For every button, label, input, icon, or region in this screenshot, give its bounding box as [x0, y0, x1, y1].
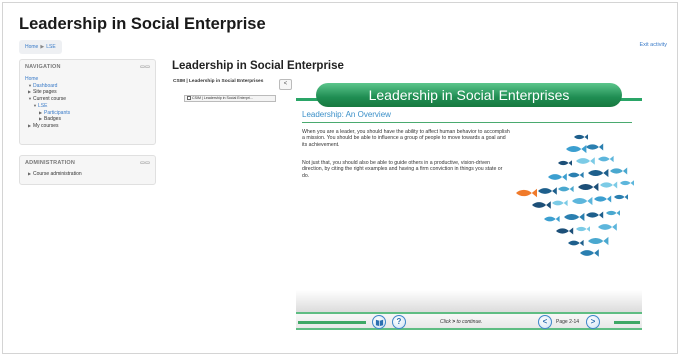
nav-item-label: Participants — [44, 109, 71, 116]
fish-shape — [594, 195, 612, 203]
toc-title: CSIM | Leadership in Social Enterprises — [173, 79, 264, 84]
navigation-title: NAVIGATION — [25, 64, 61, 70]
continue-arrow: > — [452, 319, 456, 325]
block-controls-icon[interactable]: ▭▭ — [140, 64, 150, 70]
fish-shape — [586, 211, 604, 219]
fish-shape — [552, 199, 568, 207]
fish-school-image — [516, 134, 634, 257]
page-title: Leadership in Social Enterprise — [172, 60, 344, 72]
control-bar-accent — [298, 321, 366, 324]
page-frame: Leadership in Social Enterprise Home ▶ LSE… — [2, 2, 678, 354]
slide-banner: Leadership in Social Enterprises — [316, 83, 622, 107]
nav-item-site-pages[interactable]: ▶ Site pages — [25, 89, 150, 96]
fish-shape — [544, 215, 560, 223]
fish-shape — [556, 227, 574, 235]
fish-shape — [574, 134, 588, 140]
toc-collapse-button[interactable]: < — [279, 79, 292, 90]
book-icon[interactable] — [372, 315, 386, 329]
nav-item-label: Current course — [33, 96, 67, 103]
continue-hint: Click > to continue. — [440, 319, 482, 325]
nav-item-badges[interactable]: ▶ Badges — [25, 116, 150, 123]
fish-shape — [598, 223, 617, 231]
breadcrumb-separator: ▶ — [40, 44, 45, 50]
fish-shape — [548, 173, 567, 181]
fish-shape — [532, 201, 551, 209]
fish-shape — [566, 144, 587, 154]
breadcrumb: Home ▶ LSE — [19, 40, 62, 54]
nav-item-participants[interactable]: ▶ Participants — [25, 110, 150, 117]
next-page-button[interactable]: > — [586, 315, 600, 329]
breadcrumb-home[interactable]: Home — [25, 44, 38, 50]
administration-block: ADMINISTRATION ▭▭ ▶ Course administration — [19, 155, 156, 185]
fish-shape — [598, 155, 614, 163]
nav-item-label: LSE — [38, 102, 48, 109]
fish-shape — [586, 143, 604, 151]
fish-shape — [610, 167, 628, 175]
site-title: Leadership in Social Enterprise — [19, 15, 266, 33]
fish-shape — [600, 181, 618, 189]
administration-header: ADMINISTRATION ▭▭ — [20, 156, 155, 170]
nav-item-dashboard[interactable]: ▼Dashboard — [25, 83, 150, 90]
fish-shape — [568, 171, 584, 179]
control-bar-accent — [614, 321, 640, 324]
slide-paragraph-1: When you are a leader, you should have t… — [302, 129, 510, 148]
nav-item-home[interactable]: Home — [25, 76, 150, 83]
slide-heading: Leadership: An Overview — [302, 110, 391, 119]
slide-paragraph-2: Not just that, you should also be able t… — [302, 160, 503, 179]
book-icon-glyph — [375, 319, 383, 326]
orange-leader-fish — [516, 188, 537, 198]
fish-shape — [588, 168, 609, 178]
nav-item-label: Dashboard — [33, 82, 58, 89]
breadcrumb-course[interactable]: LSE — [46, 44, 55, 50]
exit-activity-link[interactable]: Exit activity — [639, 42, 667, 48]
nav-item-my-courses[interactable]: ▶ My courses — [25, 123, 150, 130]
checkbox-icon — [187, 96, 191, 101]
fish-shape — [568, 239, 584, 247]
nav-item-label: My courses — [33, 122, 59, 129]
nav-item-lse[interactable]: ▼LSE — [25, 103, 150, 110]
fish-shape — [578, 182, 599, 192]
fish-shape — [576, 226, 590, 232]
navigation-block: NAVIGATION ▭▭ Home ▼Dashboard ▶ Site page… — [19, 59, 156, 145]
fish-shape — [606, 210, 620, 216]
nav-item-label: Site pages — [33, 89, 57, 96]
nav-item-current-course[interactable]: ▼Current course — [25, 96, 150, 103]
fish-shape — [620, 180, 634, 186]
fish-shape — [558, 185, 574, 193]
continue-pre: Click — [440, 319, 451, 325]
continue-post: to continue. — [456, 319, 483, 325]
nav-item-label: Home — [25, 76, 39, 82]
fish-shape — [576, 157, 595, 165]
fish-shape — [572, 196, 593, 206]
administration-title: ADMINISTRATION — [25, 160, 76, 166]
fish-shape — [558, 160, 572, 166]
course-administration-label: Course administration — [33, 171, 82, 177]
block-controls-icon[interactable]: ▭▭ — [140, 160, 150, 166]
player-control-bar: ? Click > to continue. < Page 2-14 > — [296, 312, 642, 330]
footer-band — [296, 290, 642, 314]
scorm-player: Leadership in Social Enterprises Leaders… — [296, 75, 642, 331]
fish-shape — [588, 236, 609, 246]
navigation-header: NAVIGATION ▭▭ — [20, 60, 155, 74]
toc-entry[interactable]: CSIM | Leadership in Social Enterpri... — [184, 95, 276, 102]
help-button[interactable]: ? — [392, 315, 406, 329]
toc-entry-label: CSIM | Leadership in Social Enterpri... — [192, 96, 253, 100]
previous-page-button[interactable]: < — [538, 315, 552, 329]
fish-shape — [564, 212, 585, 222]
page-indicator: Page 2-14 — [556, 319, 580, 325]
heading-divider — [302, 122, 632, 123]
course-administration-item[interactable]: ▶ Course administration — [25, 171, 150, 178]
breadcrumb-bar: Home ▶ LSE Exit activity — [19, 40, 667, 54]
fish-shape — [580, 249, 599, 257]
fish-shape — [614, 194, 628, 200]
fish-shape — [538, 187, 557, 195]
nav-item-label: Badges — [44, 116, 61, 123]
